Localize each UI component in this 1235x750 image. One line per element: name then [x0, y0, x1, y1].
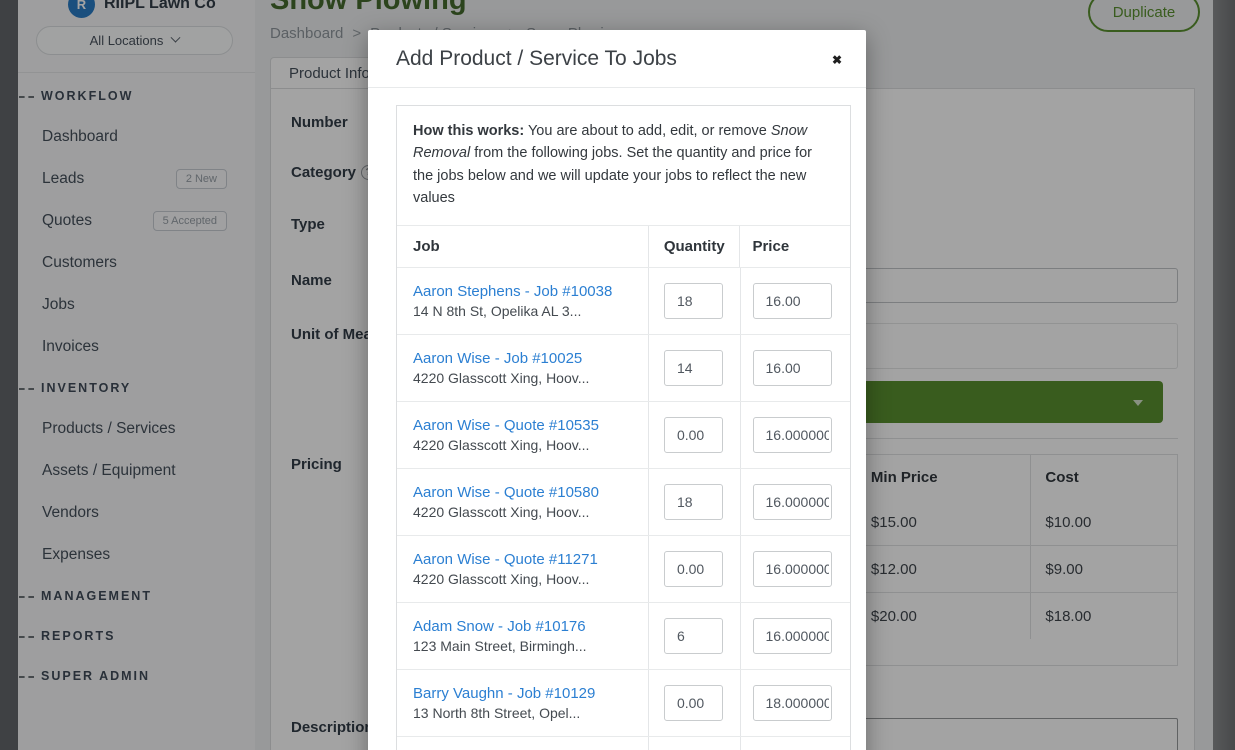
quantity-input[interactable]: [664, 417, 723, 453]
modal-header: Add Product / Service To Jobs ✖: [368, 30, 866, 88]
job-address: 123 Main Street, Birmingh...: [413, 638, 640, 654]
add-product-modal: Add Product / Service To Jobs ✖ How this…: [368, 30, 866, 750]
modal-intro: How this works: You are about to add, ed…: [397, 106, 850, 225]
price-input[interactable]: [753, 283, 832, 319]
modal-title: Add Product / Service To Jobs: [368, 47, 677, 71]
app-window: R RIIPL Lawn Co All Locations WORKFLOW D…: [0, 0, 1235, 750]
modal-body: How this works: You are about to add, ed…: [368, 88, 866, 750]
close-icon[interactable]: ✖: [830, 50, 844, 68]
job-row: Barry Vaughn - Quote #10691 13 North 8th…: [397, 736, 850, 750]
quantity-column-header: Quantity: [648, 226, 740, 267]
job-row: Adam Snow - Job #10176 123 Main Street, …: [397, 602, 850, 669]
job-column-header: Job: [397, 226, 648, 267]
price-input[interactable]: [753, 551, 832, 587]
job-row: Aaron Wise - Job #10025 4220 Glasscott X…: [397, 334, 850, 401]
jobs-table-header: Job Quantity Price: [397, 225, 850, 267]
job-link[interactable]: Barry Vaughn - Job #10129: [413, 685, 640, 702]
job-link[interactable]: Aaron Wise - Quote #10580: [413, 484, 640, 501]
job-link[interactable]: Aaron Wise - Quote #11271: [413, 551, 640, 568]
quantity-input[interactable]: [664, 350, 723, 386]
quantity-input[interactable]: [664, 283, 723, 319]
job-address: 4220 Glasscott Xing, Hoov...: [413, 504, 640, 520]
price-input[interactable]: [753, 618, 832, 654]
job-link[interactable]: Aaron Stephens - Job #10038: [413, 283, 640, 300]
intro-part2: from the following jobs. Set the quantit…: [413, 145, 812, 206]
intro-part1: You are about to add, edit, or remove: [524, 123, 771, 139]
modal-panel: How this works: You are about to add, ed…: [396, 105, 851, 750]
job-row: Aaron Stephens - Job #10038 14 N 8th St,…: [397, 267, 850, 334]
price-input[interactable]: [753, 484, 832, 520]
quantity-input[interactable]: [664, 685, 723, 721]
quantity-input[interactable]: [664, 551, 723, 587]
job-link[interactable]: Adam Snow - Job #10176: [413, 618, 640, 635]
job-address: 14 N 8th St, Opelika AL 3...: [413, 303, 640, 319]
job-row: Aaron Wise - Quote #10535 4220 Glasscott…: [397, 401, 850, 468]
job-row: Barry Vaughn - Job #10129 13 North 8th S…: [397, 669, 850, 736]
job-address: 13 North 8th Street, Opel...: [413, 705, 640, 721]
job-address: 4220 Glasscott Xing, Hoov...: [413, 437, 640, 453]
quantity-input[interactable]: [664, 618, 723, 654]
intro-lead: How this works:: [413, 123, 524, 139]
job-row: Aaron Wise - Quote #10580 4220 Glasscott…: [397, 468, 850, 535]
job-link[interactable]: Aaron Wise - Job #10025: [413, 350, 640, 367]
price-column-header: Price: [739, 226, 850, 267]
job-link[interactable]: Aaron Wise - Quote #10535: [413, 417, 640, 434]
job-address: 4220 Glasscott Xing, Hoov...: [413, 571, 640, 587]
quantity-input[interactable]: [664, 484, 723, 520]
job-row: Aaron Wise - Quote #11271 4220 Glasscott…: [397, 535, 850, 602]
price-input[interactable]: [753, 417, 832, 453]
price-input[interactable]: [753, 685, 832, 721]
price-input[interactable]: [753, 350, 832, 386]
job-address: 4220 Glasscott Xing, Hoov...: [413, 370, 640, 386]
